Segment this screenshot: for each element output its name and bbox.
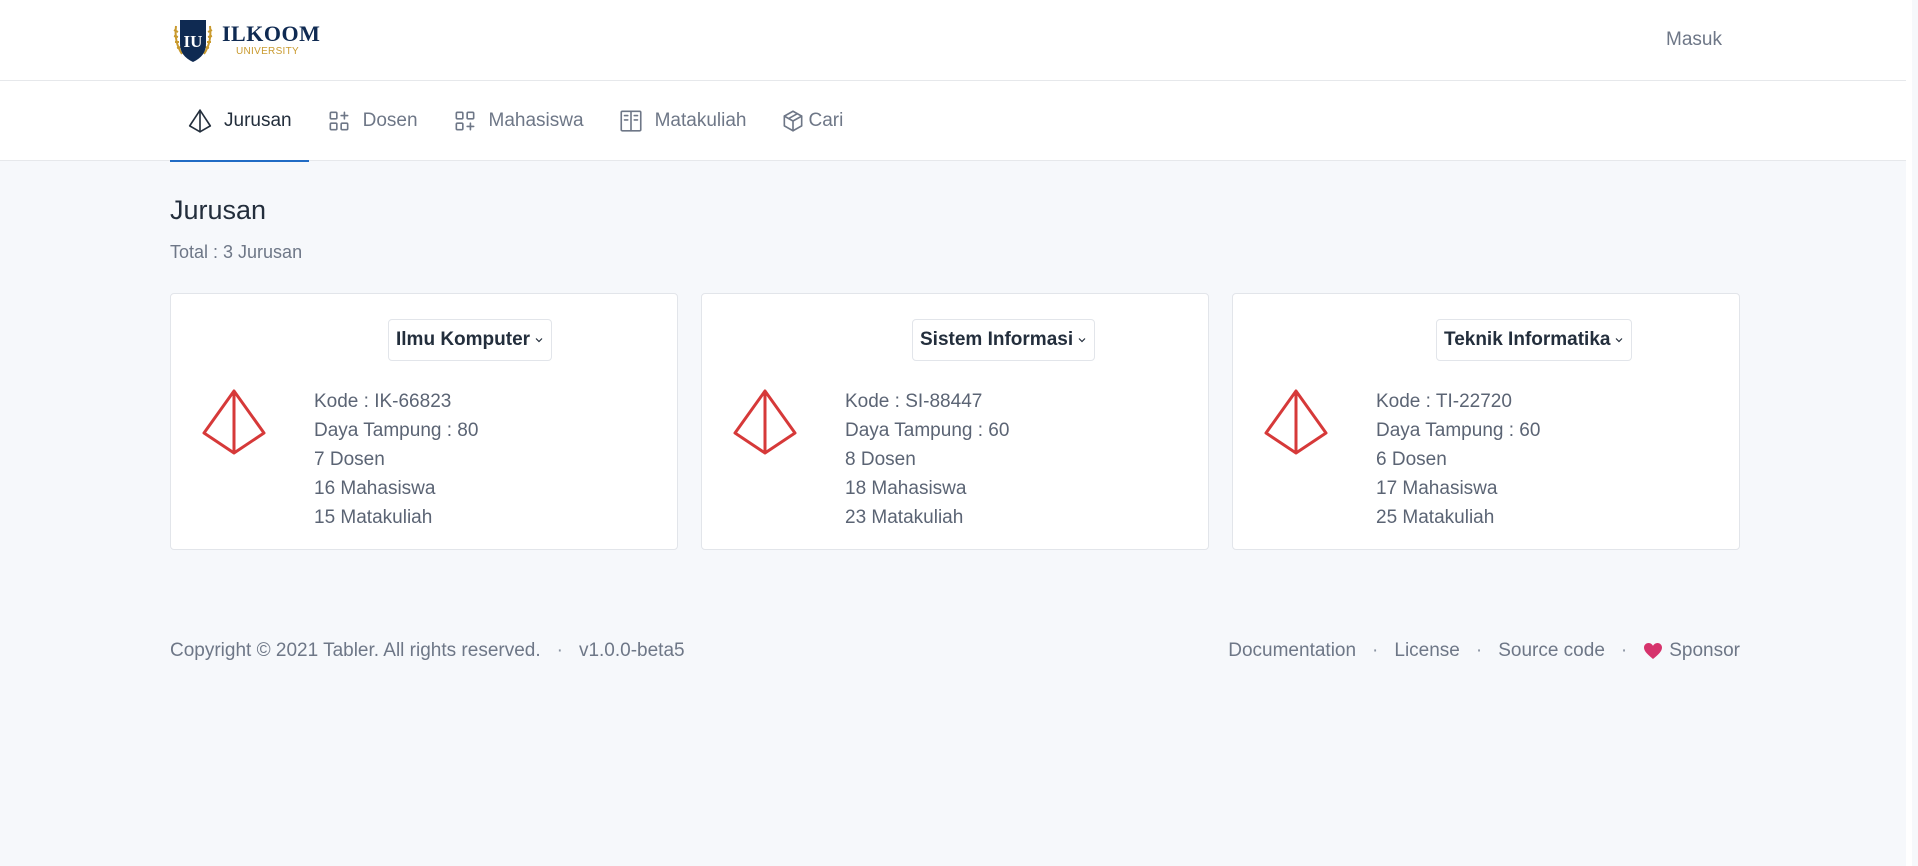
jurusan-name: Ilmu Komputer	[396, 329, 531, 350]
box-icon	[783, 110, 803, 132]
apps-icon	[455, 111, 475, 131]
jurusan-mahasiswa-count: 18 Mahasiswa	[845, 478, 967, 499]
nav-item-matakuliah[interactable]: Matakuliah	[601, 81, 764, 161]
top-header: IU ILKOOM UNIVERSITY Masuk	[0, 0, 1912, 81]
sponsor-label: Sponsor	[1669, 640, 1740, 661]
chevron-down-icon	[535, 338, 543, 343]
logo-text: ILKOOM UNIVERSITY	[222, 23, 320, 57]
scrollbar[interactable]	[1906, 0, 1912, 866]
jurusan-mahasiswa-count: 16 Mahasiswa	[314, 478, 436, 499]
pyramid-icon	[202, 389, 266, 455]
page-header: Jurusan Total : 3 Jurusan	[170, 195, 1740, 263]
jurusan-mahasiswa-count: 17 Mahasiswa	[1376, 478, 1498, 499]
chevron-down-icon	[1616, 338, 1623, 343]
jurusan-name: Sistem Informasi	[920, 329, 1074, 350]
logo[interactable]: IU ILKOOM UNIVERSITY	[170, 16, 320, 64]
jurusan-info: Kode : SI-88447 Daya Tampung : 60 8 Dose…	[845, 387, 1009, 532]
separator: ·	[556, 640, 563, 661]
license-link[interactable]: License	[1394, 640, 1460, 662]
version-link[interactable]: v1.0.0-beta5	[579, 640, 685, 662]
logo-subtitle: UNIVERSITY	[236, 46, 300, 57]
nav-label: Dosen	[362, 110, 418, 131]
svg-text:IU: IU	[184, 32, 203, 51]
chevron-down-icon	[1078, 338, 1086, 343]
shield-logo-icon: IU	[170, 16, 216, 64]
nav-label: Cari	[808, 110, 844, 131]
jurusan-dropdown[interactable]: Teknik Informatika	[1436, 319, 1633, 361]
pyramid-icon	[1264, 389, 1328, 455]
pyramid-icon	[733, 389, 797, 455]
logo-title: ILKOOM	[222, 21, 321, 46]
nav-item-mahasiswa[interactable]: Mahasiswa	[435, 81, 601, 161]
book-icon	[620, 110, 642, 132]
separator: ·	[1372, 640, 1379, 661]
nav-label: Jurusan	[224, 110, 292, 131]
nav-list: Jurusan Dosen Mahasiswa Matakuliah Cari	[170, 81, 860, 162]
main-nav: Jurusan Dosen Mahasiswa Matakuliah Cari	[0, 81, 1912, 162]
pyramid-icon	[188, 109, 212, 133]
jurusan-dosen-count: 7 Dosen	[314, 449, 385, 470]
separator: ·	[1620, 640, 1628, 661]
apps-icon	[329, 111, 349, 131]
footer-links: Documentation · License · Source code · …	[1228, 640, 1740, 662]
page-subtitle: Total : 3 Jurusan	[170, 242, 303, 262]
footer-left: Copyright © 2021 Tabler. All rights rese…	[170, 640, 685, 662]
copyright-text: Copyright © 2021 Tabler. All rights rese…	[170, 640, 541, 661]
jurusan-matakuliah-count: 23 Matakuliah	[845, 507, 964, 528]
nav-item-dosen[interactable]: Dosen	[309, 81, 435, 161]
source-code-link[interactable]: Source code	[1498, 640, 1605, 662]
nav-item-cari[interactable]: Cari	[763, 81, 860, 161]
jurusan-info: Kode : IK-66823 Daya Tampung : 80 7 Dose…	[314, 387, 478, 532]
nav-label: Matakuliah	[654, 110, 747, 131]
documentation-link[interactable]: Documentation	[1228, 640, 1356, 662]
jurusan-info: Kode : TI-22720 Daya Tampung : 60 6 Dose…	[1376, 387, 1540, 532]
jurusan-card: Sistem Informasi Kode : SI-88447 Daya Ta…	[701, 293, 1209, 550]
jurusan-card: Ilmu Komputer Kode : IK-66823 Daya Tampu…	[170, 293, 678, 550]
jurusan-dosen-count: 6 Dosen	[1376, 449, 1447, 470]
jurusan-matakuliah-count: 15 Matakuliah	[314, 507, 433, 528]
jurusan-daya-tampung: Daya Tampung : 60	[845, 420, 1010, 441]
jurusan-dosen-count: 8 Dosen	[845, 449, 916, 470]
jurusan-matakuliah-count: 25 Matakuliah	[1376, 507, 1495, 528]
jurusan-kode: Kode : IK-66823	[314, 391, 452, 412]
jurusan-daya-tampung: Daya Tampung : 80	[314, 420, 479, 441]
nav-item-jurusan[interactable]: Jurusan	[170, 81, 309, 162]
page: IU ILKOOM UNIVERSITY Masuk Jurusan Dosen…	[0, 0, 1912, 866]
jurusan-kode: Kode : TI-22720	[1376, 391, 1512, 412]
sponsor-link[interactable]: Sponsor	[1643, 640, 1740, 662]
jurusan-dropdown[interactable]: Ilmu Komputer	[388, 319, 553, 361]
heart-icon	[1644, 643, 1663, 659]
separator: ·	[1475, 640, 1483, 661]
signin-link[interactable]: Masuk	[1666, 29, 1722, 51]
jurusan-daya-tampung: Daya Tampung : 60	[1376, 420, 1541, 441]
nav-label: Mahasiswa	[488, 110, 584, 131]
footer: Copyright © 2021 Tabler. All rights rese…	[170, 640, 1740, 662]
jurusan-cards: Ilmu Komputer Kode : IK-66823 Daya Tampu…	[170, 293, 1740, 550]
jurusan-name: Teknik Informatika	[1444, 329, 1611, 350]
page-title: Jurusan	[170, 195, 267, 225]
jurusan-card: Teknik Informatika Kode : TI-22720 Daya …	[1232, 293, 1740, 550]
jurusan-dropdown[interactable]: Sistem Informasi	[912, 319, 1096, 361]
jurusan-kode: Kode : SI-88447	[845, 391, 983, 412]
